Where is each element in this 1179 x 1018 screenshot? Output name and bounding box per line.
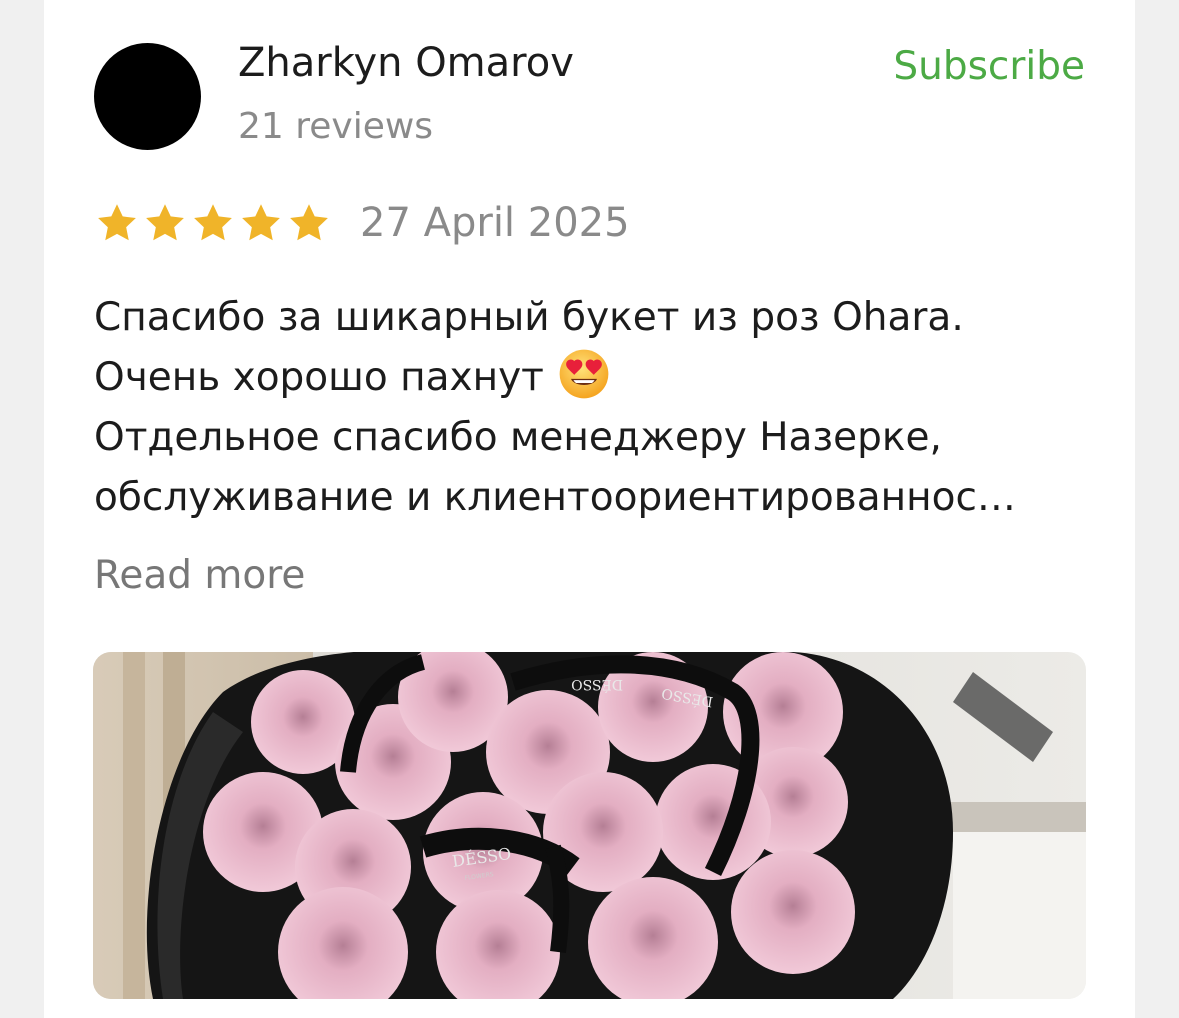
review-text-line: Отдельное спасибо менеджеру Назерке, [94,415,942,460]
author-name[interactable]: Zharkyn Omarov [238,40,574,86]
star-icon [98,204,136,241]
star-icon [242,204,280,241]
ribbon-brand-text: DÉSSO [571,676,623,694]
review-date: 27 April 2025 [360,200,630,246]
bouquet-photo-illustration: DÉSSO FLOWERS DÉSSO DÉSSO [93,652,1086,999]
star-rating [94,201,332,245]
author-review-count: 21 reviews [238,106,434,147]
review-photo[interactable]: DÉSSO FLOWERS DÉSSO DÉSSO [93,652,1086,999]
star-icon [146,204,184,241]
avatar[interactable] [94,43,201,150]
star-icon [194,204,232,241]
subscribe-button[interactable]: Subscribe [893,44,1085,89]
heart-eyes-emoji-icon [559,349,609,399]
review-card: Zharkyn Omarov 21 reviews Subscribe 27 A… [44,0,1135,1018]
star-icon [290,204,328,241]
read-more-link[interactable]: Read more [94,553,305,598]
review-text: Спасибо за шикарный букет из роз Ohara. … [94,288,1094,528]
review-text-line: Очень хорошо пахнут [94,355,544,400]
rating-row: 27 April 2025 [94,196,630,250]
review-text-line: обслуживание и клиентоориентированнос… [94,475,1016,520]
review-text-line-with-emoji: Очень хорошо пахнут [94,348,1094,408]
review-text-line: Спасибо за шикарный букет из роз Ohara. [94,295,964,340]
